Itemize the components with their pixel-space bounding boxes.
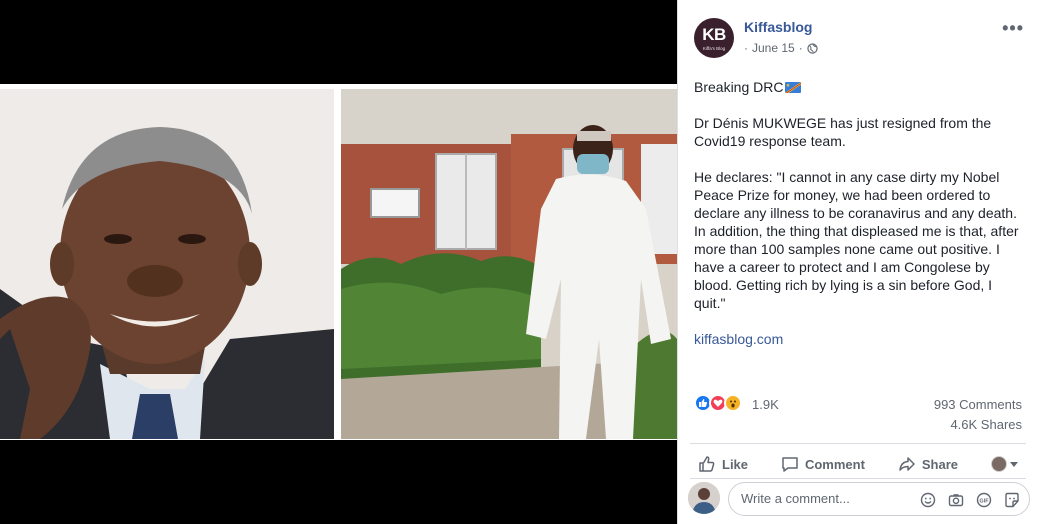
media-top-strip (0, 0, 677, 84)
reaction-icons[interactable] (694, 394, 742, 412)
meta-separator: · (744, 41, 748, 55)
emoji-icon[interactable] (919, 491, 937, 509)
page-name-link[interactable]: Kiffasblog (744, 19, 812, 35)
post-link[interactable]: kiffasblog.com (694, 330, 1024, 348)
post-date-link[interactable]: June 15 (752, 41, 795, 55)
comment-input[interactable] (741, 491, 911, 506)
drc-flag-icon (785, 82, 802, 93)
more-options-button[interactable]: ••• (1002, 18, 1024, 39)
comment-label: Comment (804, 456, 865, 472)
meta-separator-2: · (798, 41, 803, 55)
comment-composer: GIF (688, 482, 1030, 516)
wow-reaction-icon (724, 394, 742, 412)
post-paragraph-3: He declares: "I cannot in any case dirty… (694, 169, 1019, 311)
camera-icon[interactable] (947, 491, 965, 509)
post-paragraph-1: Breaking DRC (694, 78, 1024, 96)
post-media[interactable] (0, 0, 677, 524)
share-button[interactable]: Share (890, 455, 966, 473)
post-meta: · June 15 · (744, 41, 818, 55)
like-label: Like (722, 456, 749, 472)
reaction-identity-selector[interactable] (983, 456, 1026, 472)
shares-count-link[interactable]: 4.6K Shares (950, 417, 1022, 432)
globe-icon[interactable] (807, 42, 818, 54)
walking-doctor-photo[interactable] (341, 89, 677, 439)
avatar-subtitle: Kiffa's Blog (702, 46, 726, 51)
avatar-initials: KB (702, 25, 726, 44)
post-header: KB Kiffa's Blog Kiffasblog · June 15 · •… (694, 16, 1024, 60)
divider-bottom (690, 478, 1026, 479)
thumbs-up-icon (699, 456, 715, 472)
gif-icon[interactable]: GIF (975, 491, 993, 509)
comment-tools: GIF (919, 491, 1021, 509)
post-panel: KB Kiffa's Blog Kiffasblog · June 15 · •… (677, 0, 1037, 524)
sticker-icon[interactable] (1003, 491, 1021, 509)
divider-top (690, 443, 1026, 444)
comments-count-link[interactable]: 993 Comments (934, 397, 1022, 412)
reactions-bar: 1.9K 993 Comments 4.6K Shares (694, 393, 1022, 437)
post-text: Breaking DRC Dr Dénis MUKWEGE has just r… (694, 78, 1024, 366)
portrait-photo[interactable] (0, 89, 334, 439)
reactions-count[interactable]: 1.9K (752, 397, 779, 412)
share-arrow-icon (899, 457, 915, 471)
comment-bubble-icon (782, 457, 798, 472)
svg-text:GIF: GIF (979, 498, 989, 504)
comment-input-box[interactable]: GIF (728, 482, 1030, 516)
post-actions: Like Comment Share (690, 449, 1026, 479)
share-label: Share (921, 456, 959, 472)
user-mini-avatar (990, 456, 1007, 472)
like-button[interactable]: Like (690, 455, 756, 473)
post-paragraph-1-text: Breaking DRC (694, 79, 784, 95)
chevron-down-icon (1009, 461, 1018, 467)
page-avatar[interactable]: KB Kiffa's Blog (694, 18, 734, 58)
user-avatar[interactable] (688, 482, 720, 514)
post-paragraph-2: Dr Dénis MUKWEGE has just resigned from … (694, 115, 992, 149)
comment-button[interactable]: Comment (773, 455, 873, 473)
